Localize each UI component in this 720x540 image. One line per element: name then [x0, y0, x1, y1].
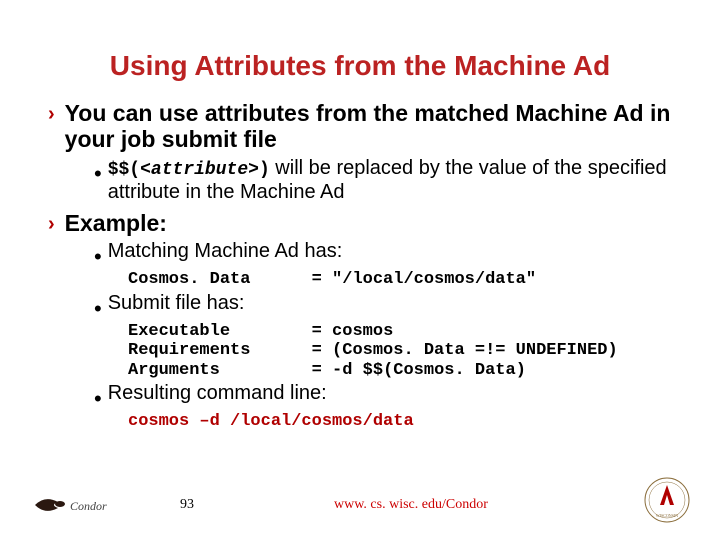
condor-logo: Condor — [30, 490, 120, 520]
slide-title: Using Attributes from the Machine Ad — [48, 50, 672, 82]
code-block-1: Cosmos. Data = "/local/cosmos/data" — [128, 270, 672, 290]
sub-bullet-text: Resulting command line: — [108, 382, 327, 405]
slide-body: Using Attributes from the Machine Ad › Y… — [0, 0, 720, 432]
wisconsin-logo: WISCONSIN — [644, 477, 690, 528]
sub-bullet-4: • Resulting command line: — [94, 382, 672, 410]
sub-bullet-1: • $$(<attribute>) will be replaced by th… — [94, 157, 672, 204]
footer-url: www. cs. wisc. edu/Condor — [334, 497, 488, 513]
dot-icon: • — [94, 163, 102, 185]
sub-bullet-text: $$(<attribute>) will be replaced by the … — [108, 157, 672, 204]
dot-icon: • — [94, 388, 102, 410]
dot-icon: • — [94, 246, 102, 268]
dot-icon: • — [94, 298, 102, 320]
bullet-text: Example: — [65, 210, 167, 236]
sub-bullet-3: • Submit file has: — [94, 292, 672, 320]
code-block-3: cosmos –d /local/cosmos/data — [128, 412, 672, 432]
arrow-icon: › — [48, 212, 55, 236]
arrow-icon: › — [48, 102, 55, 126]
sub-bullet-2: • Matching Machine Ad has: — [94, 240, 672, 268]
sub-bullet-text: Submit file has: — [108, 292, 245, 315]
bullet-top-2: › Example: — [48, 210, 672, 236]
svg-text:Condor: Condor — [70, 499, 107, 513]
bullet-top-1: › You can use attributes from the matche… — [48, 100, 672, 153]
code-block-2: Executable = cosmos Requirements = (Cosm… — [128, 322, 672, 381]
svg-text:WISCONSIN: WISCONSIN — [656, 513, 678, 518]
sub-bullet-text: Matching Machine Ad has: — [108, 240, 343, 263]
slide-number: 93 — [180, 497, 194, 513]
bullet-text: You can use attributes from the matched … — [65, 100, 672, 153]
footer: Condor 93 www. cs. wisc. edu/Condor — [0, 490, 720, 520]
